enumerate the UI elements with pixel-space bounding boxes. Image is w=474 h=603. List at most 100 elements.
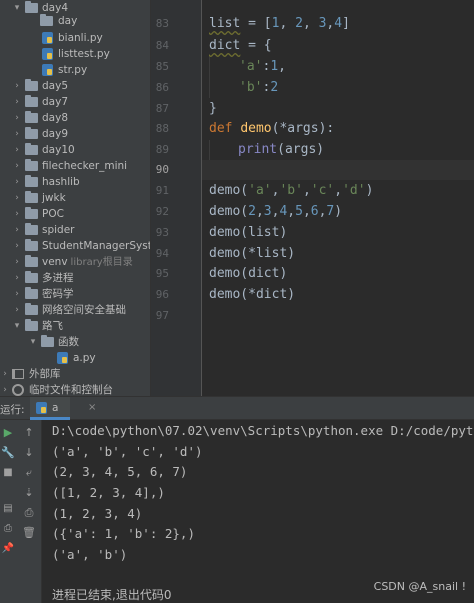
tree-item-functions[interactable]: ▾ 函数 [0, 334, 150, 350]
tree-item-external-libraries[interactable]: › 外部库 [0, 366, 150, 382]
tree-item-day7[interactable]: › day7 [0, 94, 150, 110]
code-line-88[interactable]: def demo(*args): [209, 119, 334, 139]
tree-item-multiprocess[interactable]: › 多进程 [0, 270, 150, 286]
chevron-right-icon[interactable]: › [12, 270, 22, 286]
folder-icon [25, 255, 38, 267]
folder-icon [25, 95, 38, 107]
code-line-91[interactable]: demo('a','b','c','d') [209, 181, 373, 201]
tree-item-poc[interactable]: › POC [0, 206, 150, 222]
code-line-83[interactable]: list = [1, 2, 3,4] [209, 14, 350, 34]
chevron-right-icon[interactable]: › [12, 190, 22, 206]
code-line-86[interactable]: 'b':2 [239, 78, 278, 98]
code-line-87[interactable]: } [209, 99, 217, 119]
layout-icon[interactable]: ▤ [1, 502, 15, 516]
console-line: ([1, 2, 3, 4],) [52, 485, 165, 500]
code-token: 4 [334, 16, 343, 31]
chevron-right-icon[interactable]: › [12, 206, 22, 222]
chevron-right-icon[interactable]: › [12, 222, 22, 238]
wrench-icon[interactable]: 🔧 [1, 446, 15, 460]
tree-item-jwkk[interactable]: › jwkk [0, 190, 150, 206]
scroll-to-end-icon[interactable]: ⇣ [22, 486, 36, 500]
run-left-toolbar: ▶ 🔧 ■ ▤ ⎙ 📌 [0, 420, 16, 603]
chevron-right-icon[interactable]: › [12, 254, 22, 270]
print-icon[interactable]: ⎙ [22, 506, 36, 520]
chevron-right-icon[interactable]: › [12, 302, 22, 318]
chevron-right-icon[interactable]: › [12, 174, 22, 190]
chevron-right-icon[interactable]: › [12, 94, 22, 110]
run-icon[interactable]: ▶ [1, 426, 15, 440]
tree-item-day10[interactable]: › day10 [0, 142, 150, 158]
code-line-92[interactable]: demo(2,3,4,5,6,7) [209, 202, 342, 222]
python-file-icon [57, 352, 68, 364]
tree-item-day[interactable]: day [0, 13, 150, 29]
pin-icon[interactable]: 📌 [1, 542, 15, 556]
tree-item-day5[interactable]: › day5 [0, 78, 150, 94]
console-output[interactable]: D:\code\python\07.02\venv\Scripts\python… [43, 420, 474, 603]
tree-item-hashlib[interactable]: › hashlib [0, 174, 150, 190]
code-line-94[interactable]: demo(*list) [209, 244, 295, 264]
tree-item-listtest[interactable]: listtest.py [0, 46, 150, 62]
code-token: dict [209, 38, 241, 53]
python-file-icon [36, 402, 47, 414]
tree-item-studentmanager[interactable]: › StudentManagerSysten [0, 238, 150, 254]
tree-item-day8[interactable]: › day8 [0, 110, 150, 126]
soft-wrap-icon[interactable]: ⤶ [22, 466, 36, 480]
chevron-right-icon[interactable]: › [12, 126, 22, 142]
chevron-right-icon[interactable]: › [12, 78, 22, 94]
code-line-96[interactable]: demo(*dict) [209, 285, 295, 305]
code-token: 2 [270, 80, 279, 95]
line-number: 83 [155, 17, 169, 30]
run-tab-a[interactable]: a × [30, 397, 96, 420]
chevron-right-icon[interactable]: › [12, 158, 22, 174]
chevron-right-icon[interactable]: › [12, 238, 22, 254]
run-panel-header: 运行: a × [0, 396, 474, 420]
tree-item-cryptography[interactable]: › 密码学 [0, 286, 150, 302]
code-line-95[interactable]: demo(dict) [209, 264, 287, 284]
stop-icon[interactable]: ■ [1, 466, 15, 480]
close-icon[interactable]: × [88, 402, 96, 413]
indent-guide [209, 56, 210, 98]
console-line: ('a', 'b', 'c', 'd') [52, 444, 203, 459]
chevron-down-icon[interactable]: ▾ [12, 318, 22, 334]
line-number: 90 [155, 163, 169, 176]
code-token: , [334, 183, 343, 198]
chevron-right-icon[interactable]: › [12, 110, 22, 126]
code-token: 'b' [239, 80, 263, 95]
chevron-right-icon[interactable]: › [12, 142, 22, 158]
print-icon[interactable]: ⎙ [1, 522, 15, 536]
tree-item-filechecker[interactable]: › filechecker_mini [0, 158, 150, 174]
project-tree: ▾ day4 day bianli.py listtest.py str.py … [0, 0, 150, 396]
tree-item-bianli[interactable]: bianli.py [0, 30, 150, 46]
code-token: 'a' [248, 183, 272, 198]
code-line-84[interactable]: dict = { [209, 36, 272, 56]
code-line-89[interactable]: print(args) [238, 140, 324, 160]
code-token: , [287, 204, 296, 219]
down-arrow-icon[interactable]: ↓ [22, 446, 36, 460]
tree-item-day9[interactable]: › day9 [0, 126, 150, 142]
chevron-right-icon[interactable]: › [12, 286, 22, 302]
line-number: 86 [155, 81, 169, 94]
code-token: demo [240, 121, 272, 136]
code-token: 1 [270, 59, 279, 74]
chevron-right-icon[interactable]: › [0, 366, 10, 382]
console-line: ('a', 'b') [52, 547, 128, 562]
trash-icon[interactable]: 🗑 [22, 526, 36, 540]
tree-item-a-py[interactable]: a.py [0, 350, 150, 366]
code-token: demo(dict) [209, 266, 288, 281]
code-line-93[interactable]: demo(list) [209, 223, 287, 243]
tree-item-venv[interactable]: › venv library根目录 [0, 254, 150, 270]
chevron-right-icon[interactable]: › [0, 382, 10, 396]
tree-item-lufei[interactable]: ▾ 路飞 [0, 318, 150, 334]
code-token: , [278, 59, 286, 74]
tree-item-cyberspace[interactable]: › 网络空间安全基础 [0, 302, 150, 318]
indent-guide [209, 140, 210, 160]
code-token: 'c' [310, 183, 335, 198]
tree-item-str[interactable]: str.py [0, 62, 150, 78]
folder-icon [40, 14, 53, 26]
code-line-85[interactable]: 'a':1, [239, 57, 286, 77]
tree-item-spider[interactable]: › spider [0, 222, 150, 238]
up-arrow-icon[interactable]: ↑ [22, 426, 36, 440]
chevron-down-icon[interactable]: ▾ [28, 334, 38, 350]
folder-icon [25, 79, 38, 91]
tree-item-scratches[interactable]: › 临时文件和控制台 [0, 382, 150, 396]
